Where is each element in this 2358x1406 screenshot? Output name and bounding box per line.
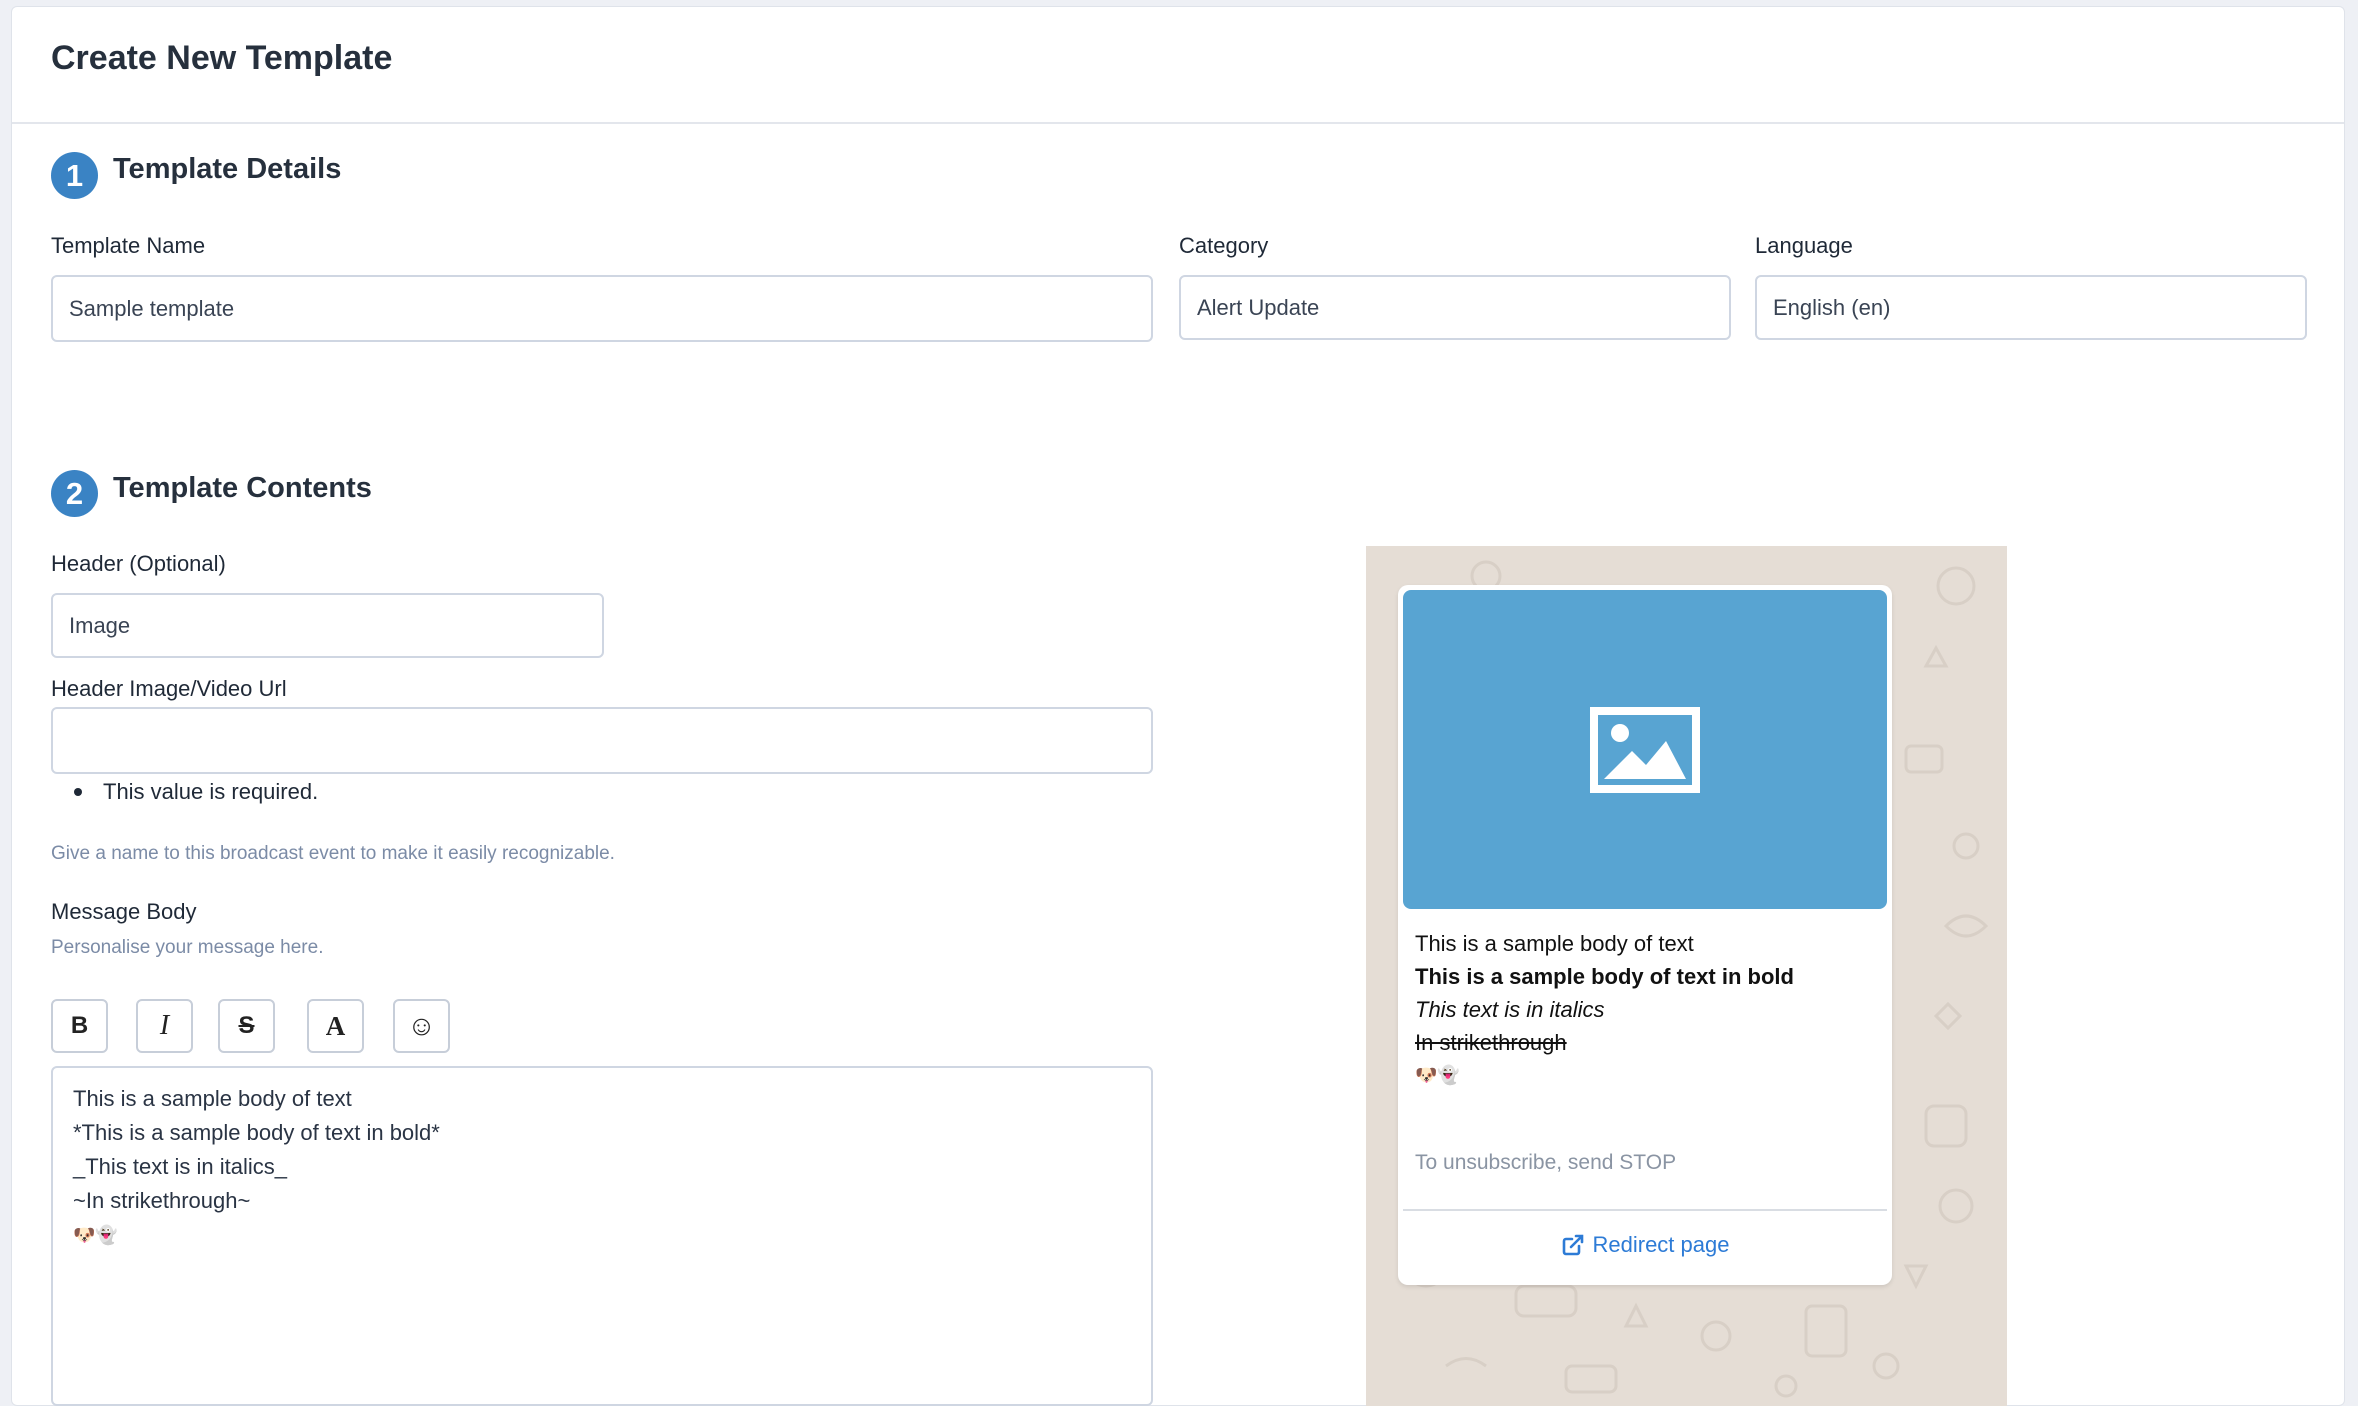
bold-button[interactable]: B [51,999,108,1053]
preview-line: This is a sample body of text [1415,931,1694,956]
header-label: Header (Optional) [51,551,226,576]
emoji-icon: ☺ [407,1010,436,1041]
preview-footer: To unsubscribe, send STOP [1415,1151,1677,1174]
redirect-page-button[interactable]: Redirect page [1403,1213,1887,1277]
message-bubble: This is a sample body of text This is a … [1398,585,1892,1285]
header-url-input[interactable] [51,707,1153,774]
body-line: ~In strikethrough~ [73,1188,251,1213]
external-link-icon [1562,1234,1583,1256]
redirect-page-label: Redirect page [1592,1232,1730,1257]
template-name-label: Template Name [51,233,206,258]
language-label: Language [1755,233,1853,258]
preview-line-bold: This is a sample body of text in bold [1415,964,1794,989]
body-line: 🐶👻 [73,1225,118,1245]
url-help-text: Give a name to this broadcast event to m… [51,843,615,864]
card-header: Create New Template [12,7,2344,124]
strikethrough-button[interactable]: S [218,999,275,1053]
category-label: Category [1179,233,1269,258]
step-1-badge: 1 [51,152,98,199]
url-error: This value is required. [74,779,318,805]
error-bullet [74,788,82,796]
category-select[interactable]: Alert Update [1179,275,1731,340]
bold-icon: B [70,1012,89,1039]
font-button[interactable]: A [307,999,364,1053]
language-select[interactable]: English (en) [1755,275,2307,340]
image-placeholder-icon [1590,706,1700,793]
template-name-input[interactable]: Sample template [51,275,1153,342]
body-line: This is a sample body of text [73,1086,352,1111]
header-type-select[interactable]: Image [51,593,604,658]
section-title-details: Template Details [113,153,342,185]
header-url-label: Header Image/Video Url [51,676,287,701]
emoji-button[interactable]: ☺ [393,999,450,1053]
font-icon: A [325,1010,346,1041]
page-title: Create New Template [51,39,393,77]
message-body-help: Personalise your message here. [51,937,324,958]
italic-icon: I [159,1010,170,1041]
italic-button[interactable]: I [136,999,193,1053]
message-body-label: Message Body [51,899,197,924]
body-line: *This is a sample body of text in bold* [73,1120,440,1145]
preview-divider [1403,1209,1887,1211]
message-body-textarea[interactable]: This is a sample body of text *This is a… [51,1066,1153,1406]
preview-line-emoji: 🐶👻 [1415,1065,1460,1085]
create-template-card: Create New Template 1 Template Details T… [11,6,2345,1406]
preview-line-italic: This text is in italics [1415,997,1605,1022]
preview-line-strikethrough: In strikethrough [1415,1030,1567,1055]
preview-body: This is a sample body of text This is a … [1415,927,1875,1092]
section-title-contents: Template Contents [113,472,372,504]
step-2-badge: 2 [51,470,98,517]
header-image-placeholder [1403,590,1887,909]
strikethrough-icon: S [238,1012,255,1039]
body-line: _This text is in italics_ [73,1154,287,1179]
message-preview-panel: This is a sample body of text This is a … [1366,546,2007,1406]
url-error-text: This value is required. [103,779,319,804]
